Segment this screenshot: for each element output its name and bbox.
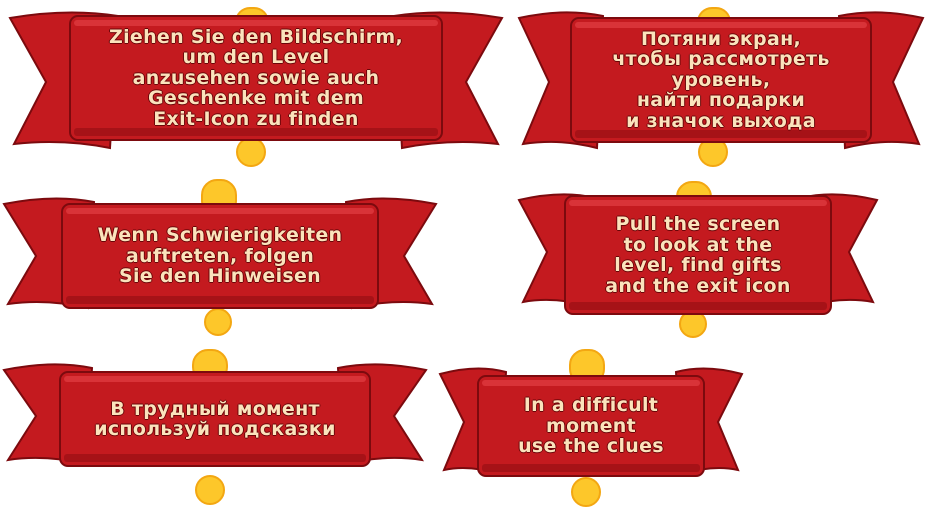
banner-en-hints-text: In a difficult moment use the clues xyxy=(518,394,664,458)
banner-ru-hints-text: В трудный момент используй подсказки xyxy=(94,397,336,440)
banner-ru-drag-text: Потяни экран, чтобы рассмотреть уровень,… xyxy=(612,27,830,132)
banner-en-hints: In a difficult moment use the clues xyxy=(436,346,746,518)
banner-ru-drag: Потяни экран, чтобы рассмотреть уровень,… xyxy=(515,0,927,172)
banner-de-drag-text: Ziehen Sie den Bildschirm, um den Level … xyxy=(109,25,403,130)
banner-en-drag: Pull the screen to look at the level, fi… xyxy=(515,178,881,338)
banner-de-hints-text: Wenn Schwierigkeiten auftreten, folgen S… xyxy=(97,224,343,288)
banner-en-drag-text: Pull the screen to look at the level, fi… xyxy=(605,213,791,297)
banner-de-drag: Ziehen Sie den Bildschirm, um den Level … xyxy=(0,0,512,172)
banner-ru-hints: В трудный момент используй подсказки xyxy=(0,346,430,518)
banner-de-hints: Wenn Schwierigkeiten auftreten, folgen S… xyxy=(0,178,440,338)
